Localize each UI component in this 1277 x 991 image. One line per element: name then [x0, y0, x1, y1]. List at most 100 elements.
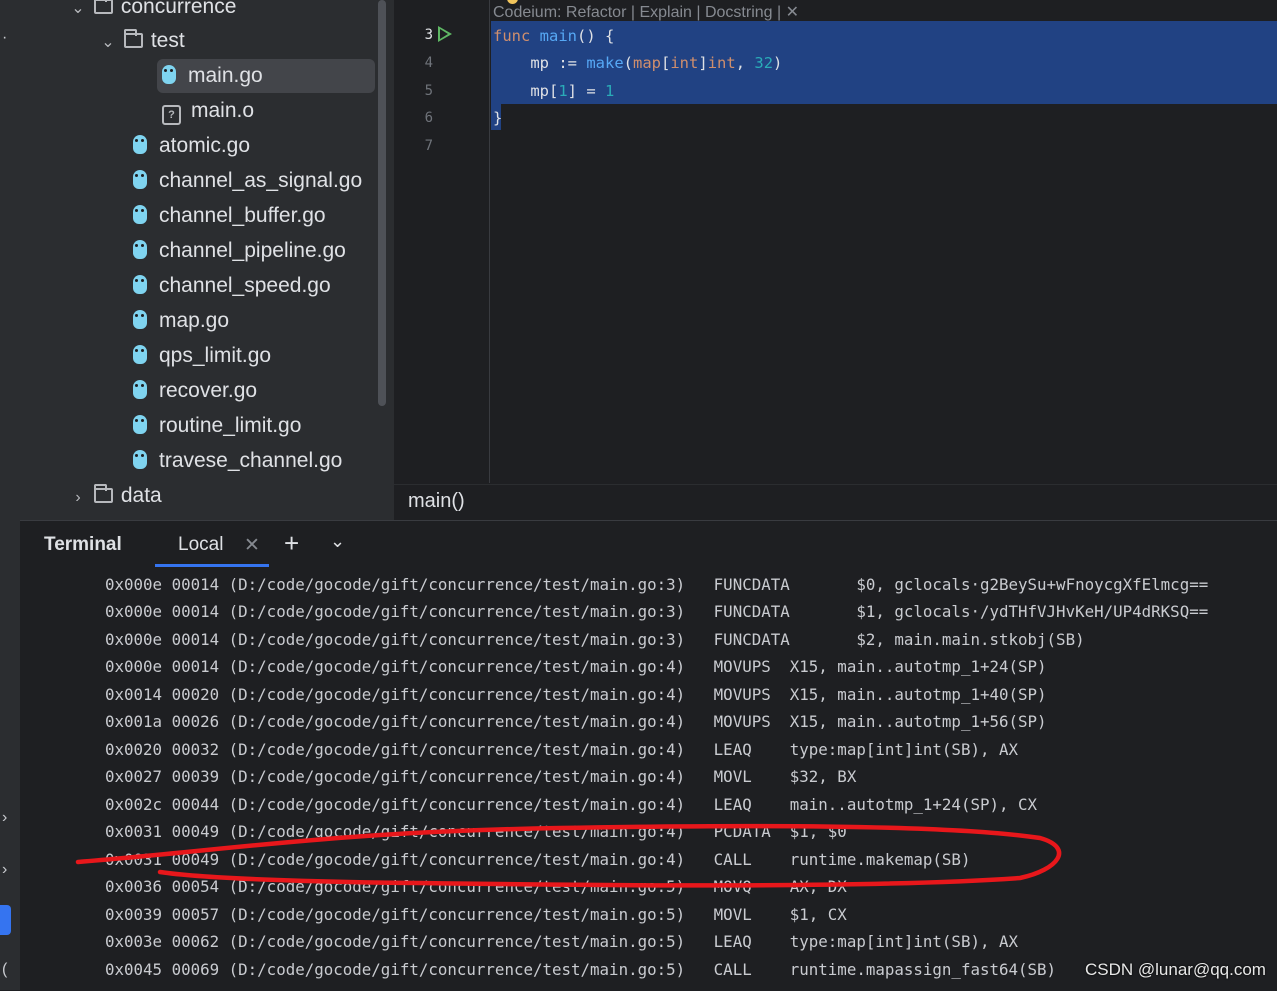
project-scrollbar[interactable] [378, 0, 386, 406]
code-token: map [633, 54, 661, 72]
go-file-icon [133, 240, 147, 259]
chevron-right-icon[interactable]: › [68, 481, 88, 515]
circle-icon[interactable]: ( [2, 962, 7, 978]
terminal-line: 0x0039 00057 (D:/code/gocode/gift/concur… [105, 905, 847, 924]
code-token: ] = [567, 82, 605, 100]
tree-file-channel-as-signal-go[interactable]: channel_as_signal.go [133, 164, 362, 198]
code-line-6: } [493, 104, 502, 132]
project-tree: ⌄ concurrence ⌄ test main.go ? main.o ato… [20, 0, 394, 520]
code-token: , [735, 54, 755, 72]
terminal-line: 0x0027 00039 (D:/code/gocode/gift/concur… [105, 767, 857, 786]
code-token: 1 [558, 82, 568, 100]
code-token: } [493, 109, 503, 127]
tree-file-main-go[interactable]: main.go [157, 59, 375, 93]
code-token: ( [623, 54, 633, 72]
terminal-line: 0x000e 00014 (D:/code/gocode/gift/concur… [105, 657, 1047, 676]
terminal-line: 0x0031 00049 (D:/code/gocode/gift/concur… [105, 850, 971, 869]
terminal-line: 0x0020 00032 (D:/code/gocode/gift/concur… [105, 740, 1019, 759]
tree-file-main-o[interactable]: ? main.o [162, 94, 254, 128]
dot-icon: · [2, 29, 8, 46]
tree-file-channel-speed-go[interactable]: channel_speed.go [133, 269, 331, 303]
close-icon[interactable]: ✕ [244, 534, 260, 557]
code-token: ] [698, 54, 708, 72]
code-token: func [493, 27, 531, 45]
tree-label: atomic.go [159, 134, 251, 157]
code-token: () { [577, 27, 615, 45]
code-token: main [539, 27, 577, 45]
go-file-icon [133, 415, 147, 434]
breadcrumb[interactable]: main() [408, 490, 465, 513]
terminal-line: 0x002c 00044 (D:/code/gocode/gift/concur… [105, 795, 1038, 814]
tree-file-atomic-go[interactable]: atomic.go [133, 129, 250, 163]
tree-label: channel_speed.go [159, 274, 331, 297]
code-token: [ [661, 54, 671, 72]
tree-file-travese-channel-go[interactable]: travese_channel.go [133, 444, 342, 478]
run-icon[interactable] [438, 26, 452, 42]
tree-label: main.o [191, 99, 255, 122]
terminal-line: 0x001a 00026 (D:/code/gocode/gift/concur… [105, 712, 1047, 731]
gutter-divider [489, 0, 490, 483]
terminal-line: 0x000e 00014 (D:/code/gocode/gift/concur… [105, 575, 1209, 594]
terminal-line: 0x003e 00062 (D:/code/gocode/gift/concur… [105, 932, 1019, 951]
code-token: make [586, 54, 624, 72]
code-token: ) [773, 54, 783, 72]
line-number: 3 [424, 27, 433, 43]
terminal-line: 0x000e 00014 (D:/code/gocode/gift/concur… [105, 602, 1209, 621]
tab-local[interactable]: Local ✕ [155, 521, 269, 567]
tree-label: main.go [188, 64, 263, 87]
code-editor[interactable]: 3 4 5 6 7 Codeium: Refactor | Explain | … [394, 0, 1277, 520]
tree-label: map.go [159, 309, 230, 332]
tree-folder-test[interactable]: ⌄ test [98, 24, 185, 58]
terminal-header: Terminal Local ✕ + ⌄ [20, 521, 1277, 567]
code-token: int [670, 54, 699, 72]
terminal-toolwindow-icon[interactable] [0, 905, 11, 935]
codeium-code-lens[interactable]: Codeium: Refactor | Explain | Docstring … [493, 2, 799, 22]
chevron-down-icon[interactable]: ⌄ [330, 531, 345, 552]
code-line-5: mp[1] = 1 [493, 77, 614, 105]
add-tab-icon[interactable]: + [284, 530, 299, 556]
line-number: 6 [424, 110, 433, 126]
tool-window-strip: · › › ( [0, 0, 21, 990]
tree-folder-data[interactable]: › data [68, 479, 162, 513]
go-file-icon [133, 170, 147, 189]
tree-file-routine-limit-go[interactable]: routine_limit.go [133, 409, 301, 443]
tree-label: travese_channel.go [159, 449, 343, 472]
chevron-down-icon[interactable]: ⌄ [98, 26, 118, 60]
tree-folder-concurrence[interactable]: ⌄ concurrence [68, 0, 236, 24]
terminal-line: 0x0014 00020 (D:/code/gocode/gift/concur… [105, 685, 1047, 704]
line-number: 7 [424, 138, 433, 154]
folder-icon [93, 484, 113, 503]
watermark: CSDN @lunar@qq.com [1085, 960, 1266, 979]
terminal-panel[interactable]: Terminal Local ✕ + ⌄ 0x000e 00014 (D:/co… [20, 520, 1277, 991]
tab-label: Local [178, 534, 224, 555]
code-token: mp := [493, 54, 587, 72]
tree-file-channel-buffer-go[interactable]: channel_buffer.go [133, 199, 326, 233]
code-token: 32 [754, 54, 774, 72]
tree-label: channel_as_signal.go [159, 169, 363, 192]
tree-label: recover.go [159, 379, 258, 402]
chevron-down-icon[interactable]: ⌄ [68, 0, 88, 26]
tree-file-channel-pipeline-go[interactable]: channel_pipeline.go [133, 234, 346, 268]
tree-label: channel_buffer.go [159, 204, 326, 227]
tree-file-map-go[interactable]: map.go [133, 304, 229, 338]
tree-label: test [150, 29, 185, 52]
tree-label: qps_limit.go [159, 344, 272, 367]
go-file-icon [133, 345, 147, 364]
tree-file-recover-go[interactable]: recover.go [133, 374, 257, 408]
chevron-right-icon[interactable]: › [2, 810, 7, 826]
chevron-right-icon[interactable]: › [2, 862, 7, 878]
terminal-line: 0x000e 00014 (D:/code/gocode/gift/concur… [105, 630, 1085, 649]
terminal-line: 0x0036 00054 (D:/code/gocode/gift/concur… [105, 877, 847, 896]
terminal-line: 0x0031 00049 (D:/code/gocode/gift/concur… [105, 822, 847, 841]
line-number: 4 [424, 55, 433, 71]
tree-label: data [120, 484, 162, 507]
go-file-icon [133, 275, 147, 294]
go-file-icon [133, 205, 147, 224]
folder-icon [93, 0, 113, 14]
go-file-icon [133, 380, 147, 399]
terminal-title: Terminal [44, 534, 122, 555]
tree-file-qps-limit-go[interactable]: qps_limit.go [133, 339, 271, 373]
active-tab-indicator [155, 564, 269, 567]
unknown-file-icon: ? [162, 105, 181, 125]
tree-label: concurrence [120, 0, 237, 18]
